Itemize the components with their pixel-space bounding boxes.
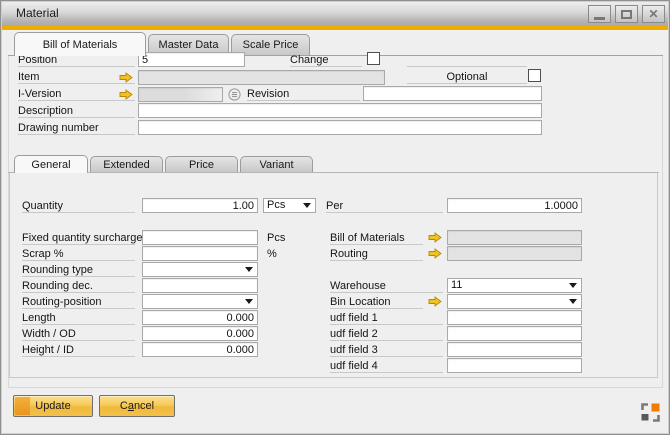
maximize-icon: [621, 10, 632, 19]
udf-field-3-input[interactable]: [447, 342, 582, 357]
width-od-input[interactable]: [142, 326, 258, 341]
udf-field-1-label: udf field 1: [330, 311, 443, 325]
material-window: Material ✕ Bill of Materials Master Data…: [0, 0, 670, 435]
iversion-label: I-Version: [18, 87, 135, 101]
height-id-input[interactable]: [142, 342, 258, 357]
window-title: Material: [16, 6, 59, 20]
rounding-type-dropdown[interactable]: [142, 262, 258, 277]
udf-field-4-input[interactable]: [447, 358, 582, 373]
description-input[interactable]: [138, 103, 542, 118]
drawing-number-input[interactable]: [138, 120, 542, 135]
choose-from-list-icon[interactable]: [228, 88, 241, 101]
scrap-label: Scrap %: [22, 247, 135, 261]
per-label: Per: [326, 199, 443, 213]
item-input: [138, 70, 385, 85]
fixed-surcharge-label: Fixed quantity surcharge: [22, 231, 135, 245]
scrap-input[interactable]: [142, 246, 258, 261]
window-titlebar[interactable]: Material ✕: [1, 1, 669, 26]
udf-field-2-label: udf field 2: [330, 327, 443, 341]
per-input[interactable]: [447, 198, 582, 213]
iversion-link-arrow-icon[interactable]: [119, 89, 133, 100]
routing-input: [447, 246, 582, 261]
bom-input: [447, 230, 582, 245]
chevron-down-icon: [569, 299, 577, 304]
length-label: Length: [22, 311, 135, 325]
bin-location-link-arrow-icon[interactable]: [428, 296, 442, 307]
chevron-down-icon: [245, 299, 253, 304]
close-button[interactable]: ✕: [642, 5, 665, 23]
routing-position-dropdown[interactable]: [142, 294, 258, 309]
uom-dropdown[interactable]: Pcs: [263, 198, 316, 213]
close-icon: ✕: [648, 6, 658, 22]
chevron-down-icon: [303, 203, 311, 208]
height-id-label: Height / ID: [22, 343, 135, 357]
tab-bill-of-materials[interactable]: Bill of Materials: [14, 32, 146, 56]
udf-field-1-input[interactable]: [447, 310, 582, 325]
description-label: Description: [18, 104, 135, 118]
item-link-arrow-icon[interactable]: [119, 72, 133, 83]
surcharge-unit-label: Pcs: [267, 231, 297, 245]
udf-field-3-label: udf field 3: [330, 343, 443, 357]
default-button-indicator: [15, 397, 30, 415]
bom-link-arrow-icon[interactable]: [428, 232, 442, 243]
chevron-down-icon: [245, 267, 253, 272]
chevron-down-icon: [569, 283, 577, 288]
iversion-input: [138, 87, 223, 102]
scrap-unit-label: %: [267, 247, 297, 261]
item-label: Item: [18, 70, 135, 84]
tab-general[interactable]: General: [14, 155, 88, 173]
bin-location-label: Bin Location: [330, 295, 423, 309]
change-checkbox[interactable]: [367, 52, 380, 65]
udf-field-4-label: udf field 4: [330, 359, 443, 373]
tab-price[interactable]: Price: [165, 156, 238, 172]
tab-variant[interactable]: Variant: [240, 156, 313, 172]
length-input[interactable]: [142, 310, 258, 325]
rounding-dec-label: Rounding dec.: [22, 279, 135, 293]
warehouse-dropdown[interactable]: 11: [447, 278, 582, 293]
warehouse-label: Warehouse: [330, 279, 443, 293]
inner-tab-strip: General Extended Price Variant: [8, 154, 659, 173]
routing-position-label: Routing-position: [22, 295, 135, 309]
routing-link-arrow-icon[interactable]: [428, 248, 442, 259]
minimize-icon: [594, 17, 605, 20]
optional-checkbox[interactable]: [528, 69, 541, 82]
fixed-surcharge-input[interactable]: [142, 230, 258, 245]
quantity-input[interactable]: [142, 198, 258, 213]
width-od-label: Width / OD: [22, 327, 135, 341]
maximize-button[interactable]: [615, 5, 638, 23]
tab-extended[interactable]: Extended: [90, 156, 163, 172]
udf-field-2-input[interactable]: [447, 326, 582, 341]
accent-bar: [1, 26, 669, 30]
rounding-type-label: Rounding type: [22, 263, 135, 277]
rounding-dec-input[interactable]: [142, 278, 258, 293]
revision-label: Revision: [247, 87, 360, 101]
update-button[interactable]: Update: [13, 395, 93, 417]
optional-label: Optional: [407, 70, 527, 84]
minimize-button[interactable]: [588, 5, 611, 23]
routing-label: Routing: [330, 247, 423, 261]
revision-input[interactable]: [363, 86, 542, 101]
window-controls: ✕: [588, 5, 665, 23]
cancel-button[interactable]: Cancel: [99, 395, 175, 417]
quantity-label: Quantity: [22, 199, 135, 213]
position-input[interactable]: [138, 52, 245, 67]
label-underline-filler: [407, 53, 527, 67]
bom-label: Bill of Materials: [330, 231, 423, 245]
drawing-number-label: Drawing number: [18, 121, 135, 135]
form-resize-icon[interactable]: [641, 403, 660, 422]
change-label: Change: [290, 53, 362, 67]
bin-location-dropdown[interactable]: [447, 294, 582, 309]
